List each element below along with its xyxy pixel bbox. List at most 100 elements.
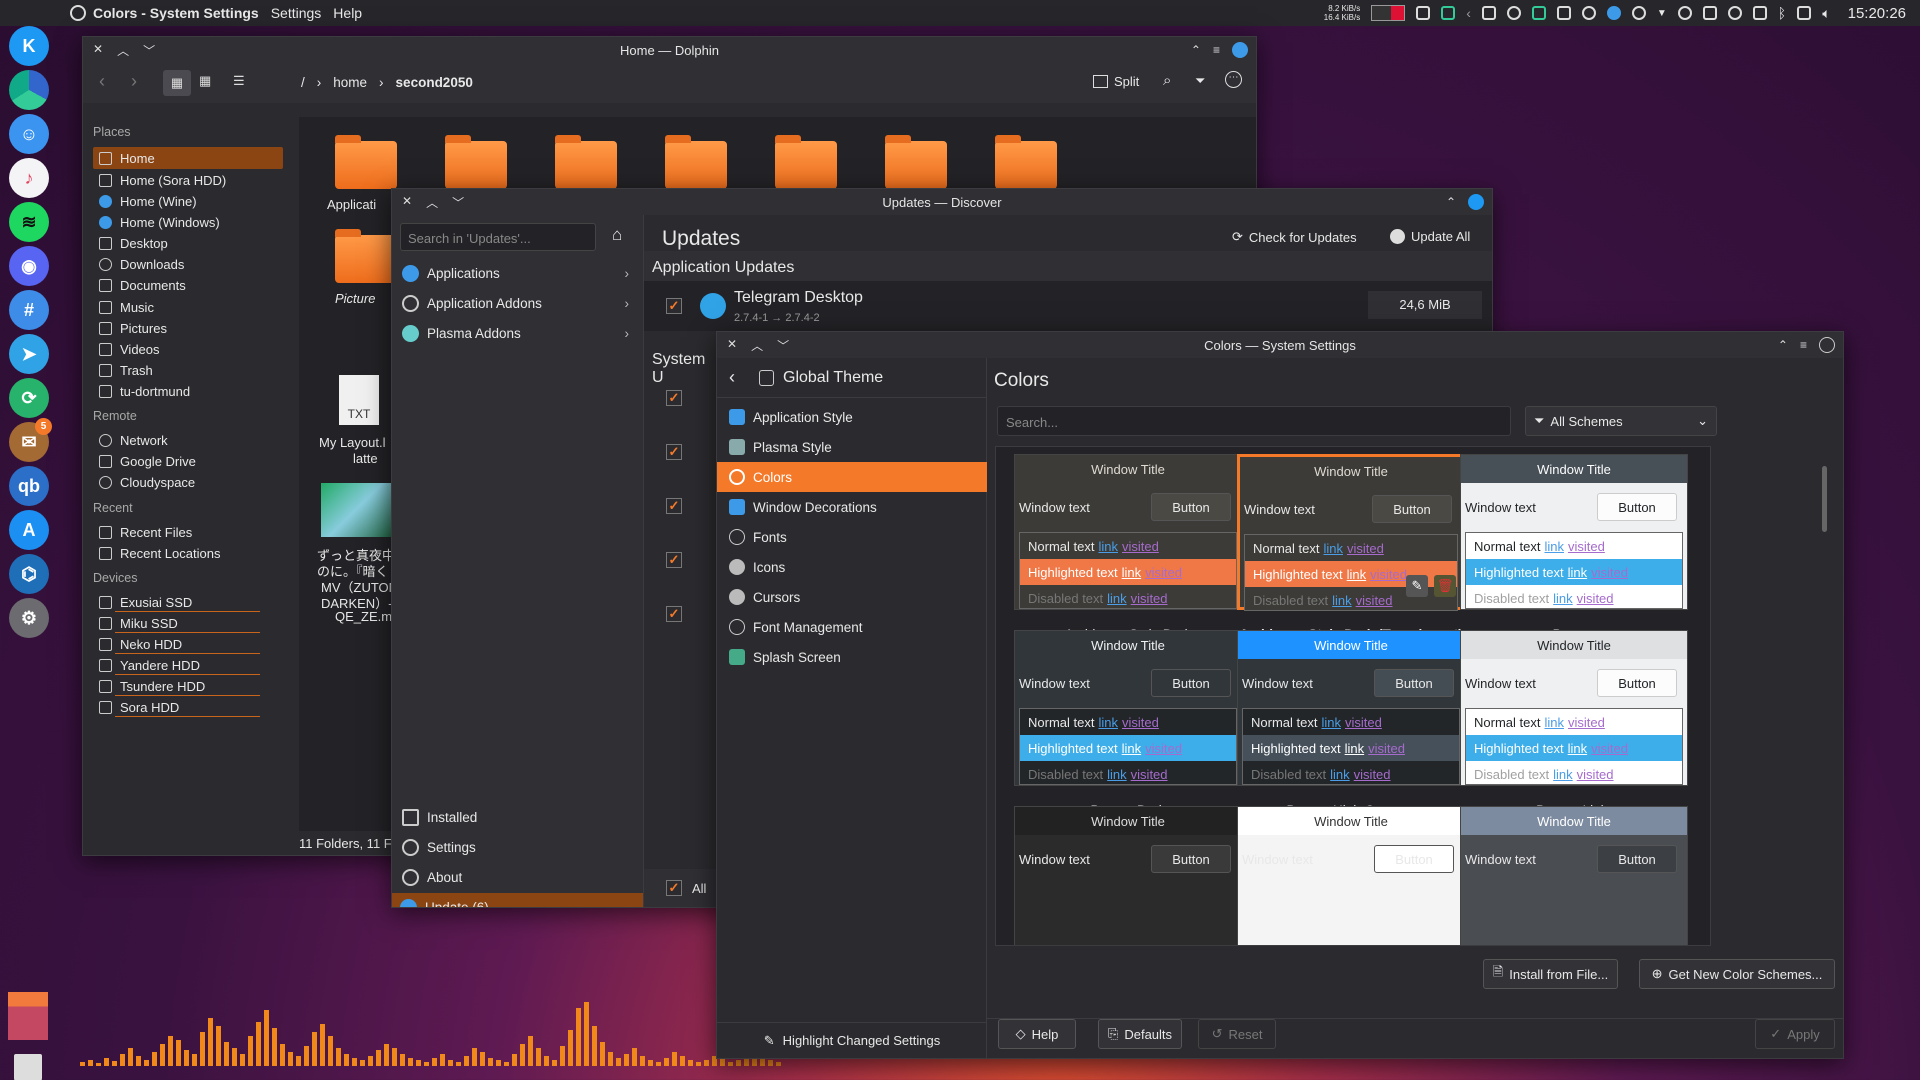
device-sora[interactable]: Sora HDD: [93, 696, 283, 718]
maximize-icon[interactable]: ⌃: [1778, 338, 1788, 352]
clipboard-icon[interactable]: [1702, 6, 1717, 20]
update-row[interactable]: ✓ Telegram Desktop 2.7.4-1 → 2.7.4-2 24,…: [644, 281, 1492, 331]
discord-tray-icon[interactable]: [1416, 6, 1431, 20]
nav-fonts[interactable]: Fonts: [717, 522, 987, 552]
place-trash[interactable]: Trash: [93, 359, 283, 381]
volume-icon[interactable]: 🔈︎: [1822, 5, 1830, 22]
search-field[interactable]: Search in 'Updates'...: [400, 223, 596, 251]
bluetooth-icon[interactable]: ᛒ: [1778, 5, 1786, 21]
expand-tray-icon[interactable]: ‹: [1466, 5, 1471, 21]
keep-above-icon[interactable]: ︿: [426, 194, 438, 211]
nav-colors[interactable]: Colors: [717, 462, 987, 492]
forward-icon[interactable]: ›: [131, 71, 137, 92]
vscode-icon[interactable]: ⌬: [9, 554, 49, 594]
video-thumbnail[interactable]: [321, 483, 391, 537]
menu-help[interactable]: Help: [333, 5, 372, 21]
icons-view-icon[interactable]: ▦: [163, 70, 191, 96]
defaults-button[interactable]: ⎘ Defaults: [1098, 1019, 1182, 1049]
reset-button[interactable]: ↺ Reset: [1198, 1019, 1276, 1049]
sync-icon[interactable]: [1441, 6, 1456, 20]
nav-icons[interactable]: Icons: [717, 552, 987, 582]
check-updates-button[interactable]: ⟳ Check for Updates: [1232, 229, 1357, 245]
remote-network[interactable]: Network: [93, 429, 283, 451]
folder-downloads[interactable]: [555, 135, 617, 189]
app-store-icon[interactable]: A: [9, 510, 49, 550]
mail-icon[interactable]: [1481, 6, 1496, 20]
install-from-file-button[interactable]: 🗎︎ Install from File...: [1483, 959, 1618, 989]
back-icon[interactable]: ‹: [729, 367, 735, 388]
finder-icon[interactable]: ☺: [9, 114, 49, 154]
help-icon[interactable]: [1819, 337, 1835, 353]
folder-music[interactable]: [775, 135, 837, 189]
maximize-icon[interactable]: ⌃: [1191, 43, 1201, 57]
filter-icon[interactable]: ⏷: [1195, 73, 1205, 89]
delete-icon[interactable]: 🗑︎: [1434, 575, 1456, 597]
place-home-sora[interactable]: Home (Sora HDD): [93, 169, 283, 191]
update-all-button[interactable]: Update All: [1390, 229, 1470, 244]
highlight-changed-button[interactable]: ✎ Highlight Changed Settings: [717, 1022, 987, 1058]
thunderbird-icon[interactable]: ✉ 5: [9, 418, 52, 462]
crumb-user[interactable]: second2050: [396, 75, 473, 90]
arrow-down-icon[interactable]: ▼: [1657, 8, 1667, 19]
minimize-icon[interactable]: ﹀: [452, 194, 464, 211]
battery-icon[interactable]: [1752, 6, 1767, 20]
edit-icon[interactable]: ✎: [1406, 575, 1428, 597]
color-scheme-card[interactable]: Window Title Window text Button Normal text…: [1014, 454, 1242, 644]
scheme-filter-select[interactable]: ⏷ All Schemes ⌄: [1525, 406, 1717, 436]
nav-application-style[interactable]: Application Style: [717, 402, 987, 432]
system-settings-icon[interactable]: ⚙: [9, 598, 49, 638]
select-all-checkbox[interactable]: ✓: [666, 880, 682, 896]
nav-plasma-style[interactable]: Plasma Style: [717, 432, 987, 462]
discover-app-icon[interactable]: [1468, 194, 1484, 210]
discord-icon[interactable]: ◉: [9, 246, 49, 286]
maximize-icon[interactable]: ⌃: [1446, 195, 1456, 209]
color-scheme-card[interactable]: Window Title Window text Button: [1014, 806, 1242, 945]
place-pictures[interactable]: Pictures: [93, 317, 283, 339]
more-icon[interactable]: ⋯: [1225, 71, 1242, 88]
color-scheme-card[interactable]: Window Title Window text Button: [1237, 806, 1465, 945]
device-miku[interactable]: Miku SSD: [93, 612, 283, 634]
clock[interactable]: 15:20:26: [1848, 5, 1906, 22]
update-checkbox[interactable]: ✓: [666, 498, 682, 514]
keep-above-icon[interactable]: ︿: [751, 337, 763, 354]
menu-settings[interactable]: Settings: [271, 5, 332, 21]
qbittorrent-icon[interactable]: qb: [9, 466, 49, 506]
nav-cursors[interactable]: Cursors: [717, 582, 987, 612]
place-home-wine[interactable]: Home (Wine): [93, 190, 283, 212]
location-icon[interactable]: [1727, 6, 1742, 20]
update-icon[interactable]: [1606, 6, 1621, 20]
remote-google-drive[interactable]: Google Drive: [93, 450, 283, 472]
place-documents[interactable]: Documents: [93, 274, 283, 296]
sync-app-icon[interactable]: ⟳: [9, 378, 49, 418]
place-tu-dortmund[interactable]: tu-dortmund: [93, 380, 283, 402]
close-icon[interactable]: ✕: [402, 194, 412, 211]
anydesk-icon[interactable]: [1581, 6, 1596, 20]
trash-icon[interactable]: [14, 1054, 42, 1080]
search-field[interactable]: Search...: [997, 406, 1511, 436]
recent-files[interactable]: Recent Files: [93, 521, 283, 543]
remote-cloudyspace[interactable]: Cloudyspace: [93, 471, 283, 493]
place-music[interactable]: Music: [93, 296, 283, 318]
apply-button[interactable]: ✓ Apply: [1755, 1019, 1835, 1049]
back-icon[interactable]: ‹: [99, 71, 105, 92]
close-icon[interactable]: ✕: [93, 42, 103, 59]
update-checkbox[interactable]: ✓: [666, 552, 682, 568]
vpn-icon[interactable]: [1531, 6, 1546, 20]
color-scheme-card[interactable]: Window Title Window text Button Normal text…: [1460, 454, 1688, 644]
status-icon[interactable]: [1631, 6, 1646, 20]
place-desktop[interactable]: Desktop: [93, 232, 283, 254]
color-scheme-card[interactable]: Window Title Window text Button Normal text…: [1237, 630, 1465, 820]
nav-about[interactable]: About: [394, 863, 639, 891]
split-button[interactable]: Split: [1093, 74, 1139, 89]
globe-icon[interactable]: [1232, 42, 1248, 58]
display-icon[interactable]: [1797, 6, 1812, 20]
folder-pictures[interactable]: [885, 135, 947, 189]
place-home-windows[interactable]: Home (Windows): [93, 211, 283, 233]
nav-settings[interactable]: Settings: [394, 833, 639, 861]
nav-font-management[interactable]: Font Management: [717, 612, 987, 642]
search-icon[interactable]: ⌕: [1163, 72, 1171, 89]
menu-icon[interactable]: ≡: [1800, 338, 1807, 352]
update-checkbox[interactable]: ✓: [666, 298, 682, 314]
folder-public[interactable]: [995, 135, 1057, 189]
menu-icon[interactable]: ≡: [1213, 43, 1220, 57]
